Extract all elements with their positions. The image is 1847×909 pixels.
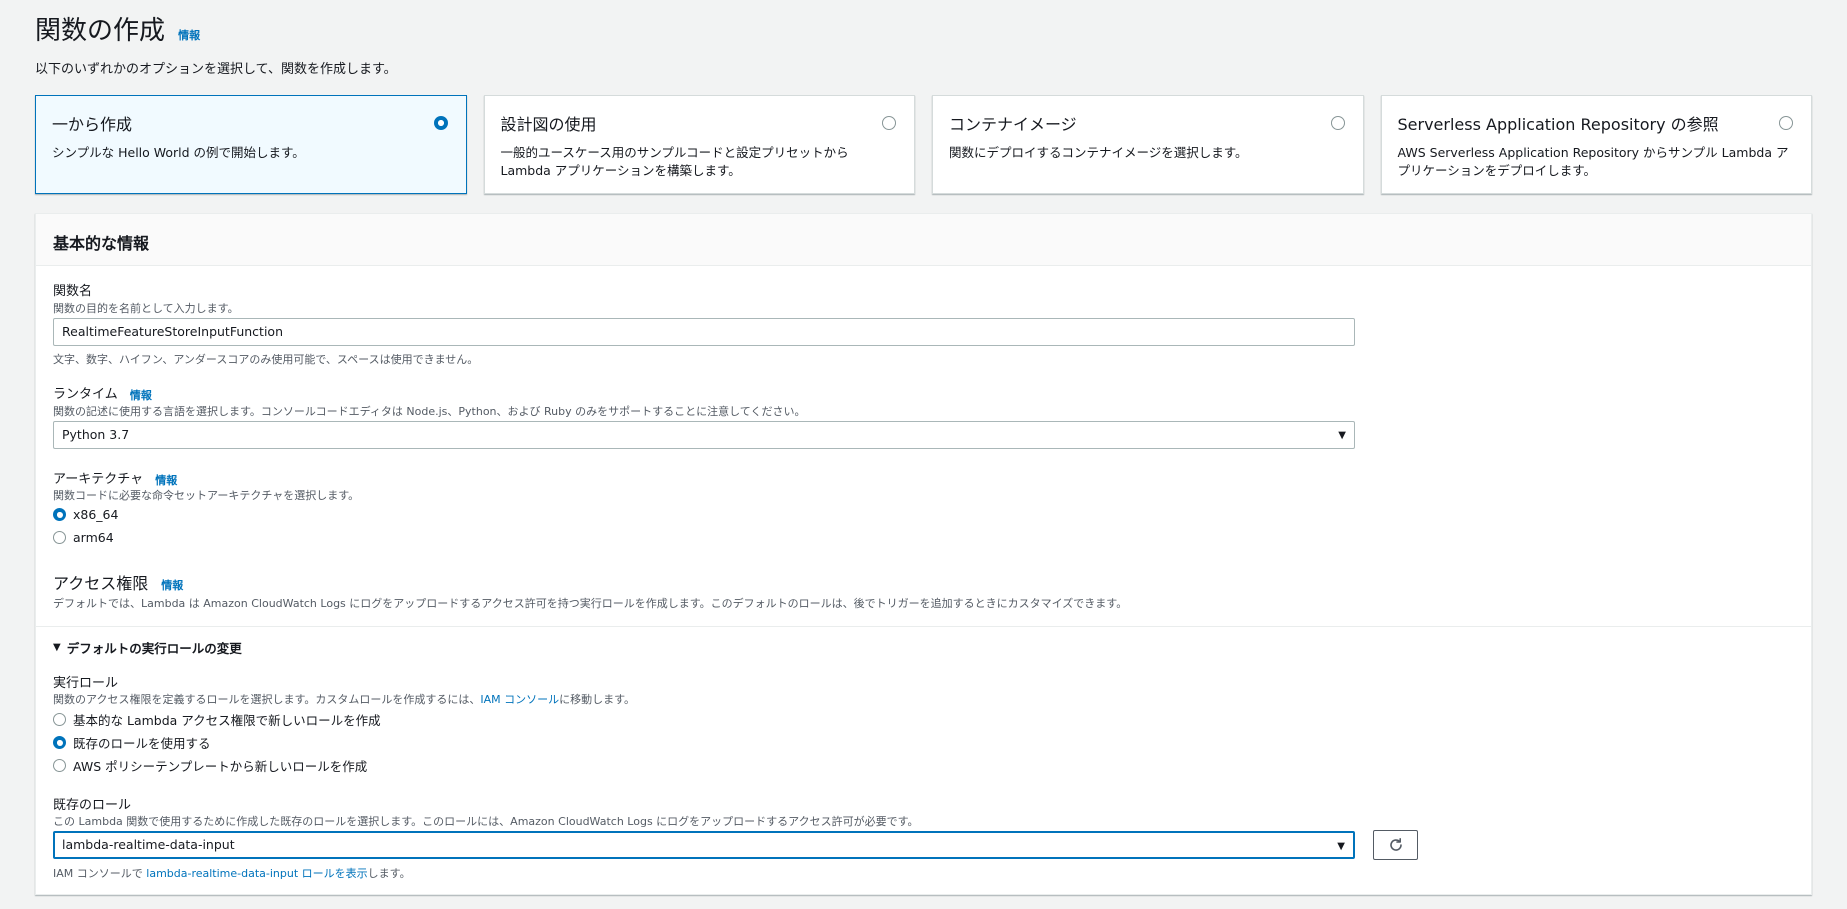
option-title: Serverless Application Repository の参照 [1397, 115, 1719, 134]
option-author-from-scratch[interactable]: 一から作成 シンプルな Hello World の例で開始します。 [35, 95, 467, 194]
option-description: 一般的ユースケース用のサンプルコードと設定プリセットから Lambda アプリケ… [500, 145, 849, 178]
page-subtitle: 以下のいずれかのオプションを選択して、関数を作成します。 [35, 62, 397, 77]
runtime-select[interactable]: Python 3.7 ▼ [53, 421, 1355, 449]
page-info-link[interactable]: 情報 [178, 29, 200, 42]
basic-info-panel: 基本的な情報 関数名 関数の目的を名前として入力します。 RealtimeFea… [35, 213, 1812, 895]
existing-role-select[interactable]: lambda-realtime-data-input ▼ [53, 831, 1355, 859]
expander-label: デフォルトの実行ロールの変更 [66, 641, 242, 656]
radio-button[interactable] [53, 508, 66, 521]
architecture-label-row: アーキテクチャ 情報 [53, 468, 177, 488]
permissions-description: デフォルトでは、Lambda は Amazon CloudWatch Logs … [53, 597, 1128, 610]
architecture-label: アーキテクチャ [53, 472, 144, 487]
permissions-title-row: アクセス権限 情報 [53, 570, 183, 594]
caret-down-icon: ▼ [1338, 430, 1346, 441]
description-text: に移動します。 [559, 693, 636, 706]
creation-options: 一から作成 シンプルな Hello World の例で開始します。 設計図の使用… [35, 95, 1812, 194]
execution-role-label: 実行ロール [53, 676, 119, 691]
function-name-constraint: 文字、数字、ハイフン、アンダースコアのみ使用可能で、スペースは使用できません。 [53, 353, 479, 366]
existing-role-value: lambda-realtime-data-input [62, 837, 235, 852]
architecture-option-label: x86_64 [73, 507, 119, 522]
permissions-info-link[interactable]: 情報 [161, 579, 183, 592]
view-role-link[interactable]: lambda-realtime-data-input ロールを表示 [146, 867, 367, 880]
page-header: 関数の作成 情報 [35, 14, 200, 48]
option-description: シンプルな Hello World の例で開始します。 [52, 145, 305, 160]
footer-text: IAM コンソールで [53, 867, 147, 880]
existing-role-description: この Lambda 関数で使用するために作成した既存のロールを選択します。このロ… [53, 815, 919, 828]
option-title: 設計図の使用 [500, 115, 597, 134]
role-option-label: AWS ポリシーテンプレートから新しいロールを作成 [73, 759, 368, 774]
function-name-description: 関数の目的を名前として入力します。 [53, 302, 239, 315]
option-radio[interactable] [1779, 116, 1793, 130]
runtime-label: ランタイム [53, 387, 118, 402]
panel-header: 基本的な情報 [36, 214, 1811, 266]
option-title: コンテナイメージ [949, 115, 1077, 134]
panel-title: 基本的な情報 [53, 234, 150, 253]
role-option-label: 既存のロールを使用する [73, 736, 211, 751]
caret-down-icon: ▼ [53, 642, 61, 653]
runtime-label-row: ランタイム 情報 [53, 383, 152, 403]
option-container-image[interactable]: コンテナイメージ 関数にデプロイするコンテナイメージを選択します。 [932, 95, 1364, 194]
description-text: 関数のアクセス権限を定義するロールを選択します。カスタムロールを作成するには、 [53, 693, 481, 706]
existing-role-footer: IAM コンソールで lambda-realtime-data-input ロー… [53, 865, 411, 881]
architecture-option-label: arm64 [73, 530, 114, 545]
runtime-description: 関数の記述に使用する言語を選択します。コンソールコードエディタは Node.js… [53, 405, 806, 418]
option-radio[interactable] [1330, 116, 1345, 130]
option-serverless-repo[interactable]: Serverless Application Repository の参照 AW… [1380, 95, 1812, 194]
refresh-button[interactable] [1373, 830, 1418, 860]
radio-button[interactable] [53, 531, 66, 544]
runtime-info-link[interactable]: 情報 [130, 389, 152, 402]
page-title: 関数の作成 [35, 16, 166, 46]
architecture-option-arm64[interactable]: arm64 [53, 530, 114, 545]
option-use-blueprint[interactable]: 設計図の使用 一般的ユースケース用のサンプルコードと設定プリセットから Lamb… [483, 95, 915, 194]
architecture-info-link[interactable]: 情報 [155, 474, 177, 487]
existing-role-label: 既存のロール [53, 798, 132, 813]
change-default-role-expander[interactable]: ▼ デフォルトの実行ロールの変更 [53, 638, 242, 657]
role-option-use-existing[interactable]: 既存のロールを使用する [53, 733, 211, 752]
radio-button[interactable] [53, 713, 66, 726]
architecture-description: 関数コードに必要な命令セットアーキテクチャを選択します。 [53, 489, 360, 502]
role-option-create-basic[interactable]: 基本的な Lambda アクセス権限で新しいロールを作成 [53, 710, 381, 729]
runtime-value: Python 3.7 [62, 427, 130, 442]
option-description: 関数にデプロイするコンテナイメージを選択します。 [949, 145, 1248, 160]
radio-button[interactable] [53, 736, 66, 749]
option-description: AWS Serverless Application Repository から… [1397, 145, 1789, 178]
option-radio[interactable] [433, 116, 448, 130]
option-radio[interactable] [882, 116, 896, 130]
role-option-policy-template[interactable]: AWS ポリシーテンプレートから新しいロールを作成 [53, 756, 367, 775]
function-name-input[interactable]: RealtimeFeatureStoreInputFunction [53, 318, 1355, 346]
option-title: 一から作成 [52, 115, 133, 134]
permissions-title: アクセス権限 [53, 574, 149, 593]
iam-console-link[interactable]: IAM コンソール [480, 693, 559, 706]
role-option-label: 基本的な Lambda アクセス権限で新しいロールを作成 [73, 713, 381, 728]
divider [36, 626, 1811, 627]
execution-role-description: 関数のアクセス権限を定義するロールを選択します。カスタムロールを作成するには、I… [53, 691, 635, 707]
function-name-label: 関数名 [53, 284, 93, 299]
architecture-option-x86[interactable]: x86_64 [53, 507, 118, 522]
caret-down-icon: ▼ [1337, 841, 1345, 852]
footer-text: します。 [367, 867, 411, 880]
radio-button[interactable] [53, 759, 66, 772]
refresh-icon [1389, 838, 1402, 851]
